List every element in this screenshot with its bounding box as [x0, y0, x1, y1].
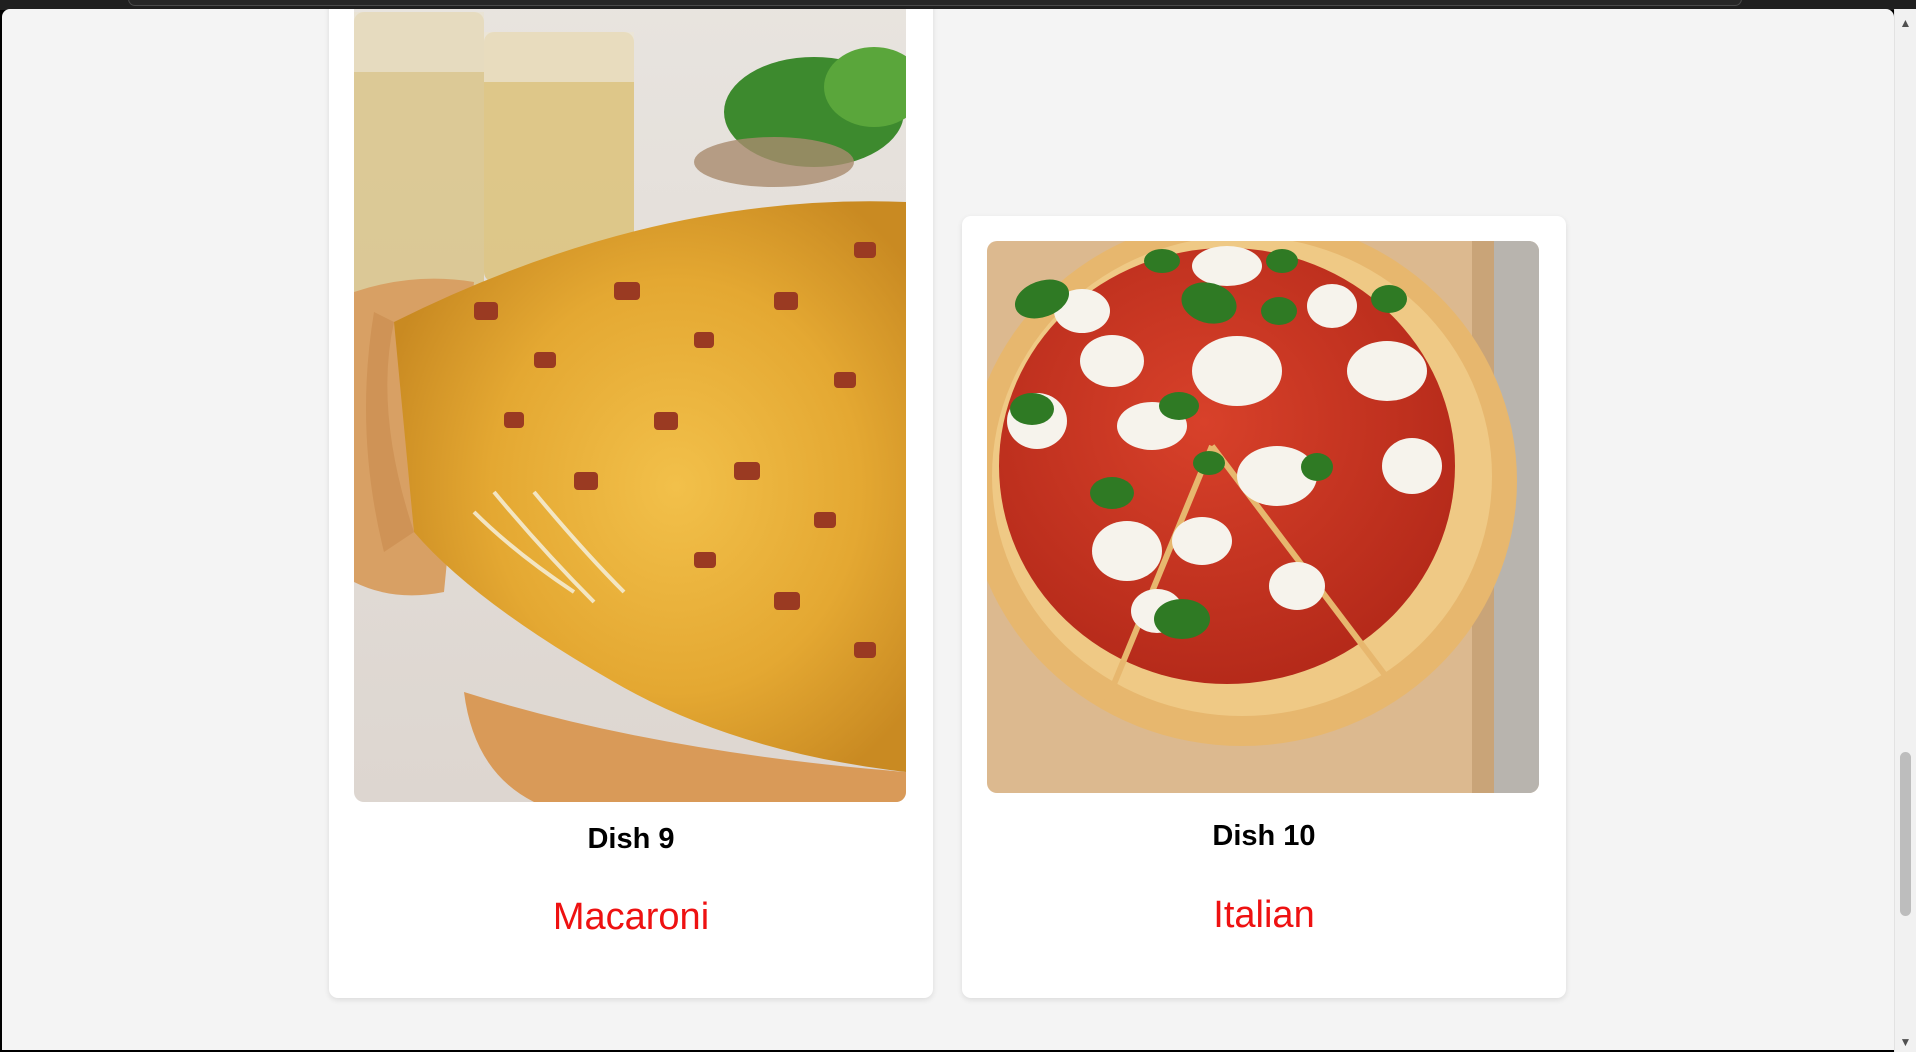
- dish-image-macaroni-pizza: [354, 9, 906, 802]
- triangle-up-icon[interactable]: ▲: [1895, 13, 1916, 33]
- dish-title: Dish 9: [587, 823, 675, 855]
- dish-name: Italian: [1213, 894, 1315, 936]
- scrollbar-thumb[interactable]: [1900, 752, 1911, 916]
- vertical-scrollbar[interactable]: ▲ ▼: [1894, 9, 1916, 1052]
- dish-image-italian-pizza: [987, 241, 1539, 793]
- dish-name: Macaroni: [552, 896, 710, 938]
- address-bar[interactable]: [128, 0, 1742, 6]
- dish-card-9[interactable]: Dish 9 Macaroni: [329, 9, 933, 998]
- triangle-down-icon[interactable]: ▼: [1895, 1032, 1916, 1052]
- dish-card-10[interactable]: Dish 10 Italian: [962, 216, 1566, 998]
- dish-title: Dish 10: [1212, 820, 1316, 852]
- page-viewport: Dish 9 Macaroni Dish 10 Italian: [2, 9, 1894, 1050]
